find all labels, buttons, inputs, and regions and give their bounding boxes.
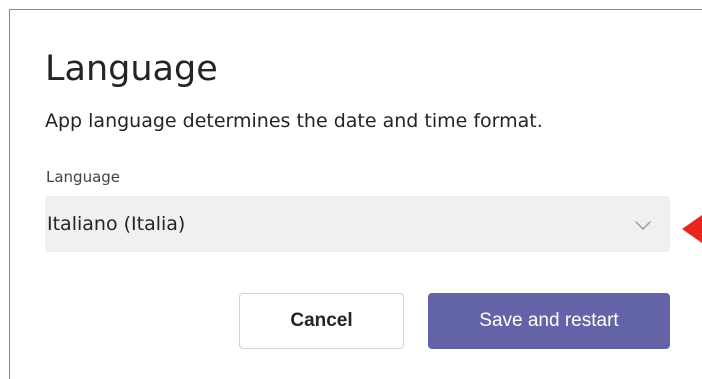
dialog-title: Language [45,49,218,89]
cancel-button[interactable]: Cancel [239,293,404,349]
screenshot-canvas: Language App language determines the dat… [0,0,702,379]
dialog-description: App language determines the date and tim… [45,110,543,132]
chevron-down-icon [635,221,651,230]
selected-language-value: Italiano (Italia) [47,213,186,235]
language-field-label: Language [46,168,121,186]
save-and-restart-button[interactable]: Save and restart [428,293,670,349]
red-arrow-icon [682,215,702,243]
language-select[interactable]: Italiano (Italia) [45,196,670,252]
